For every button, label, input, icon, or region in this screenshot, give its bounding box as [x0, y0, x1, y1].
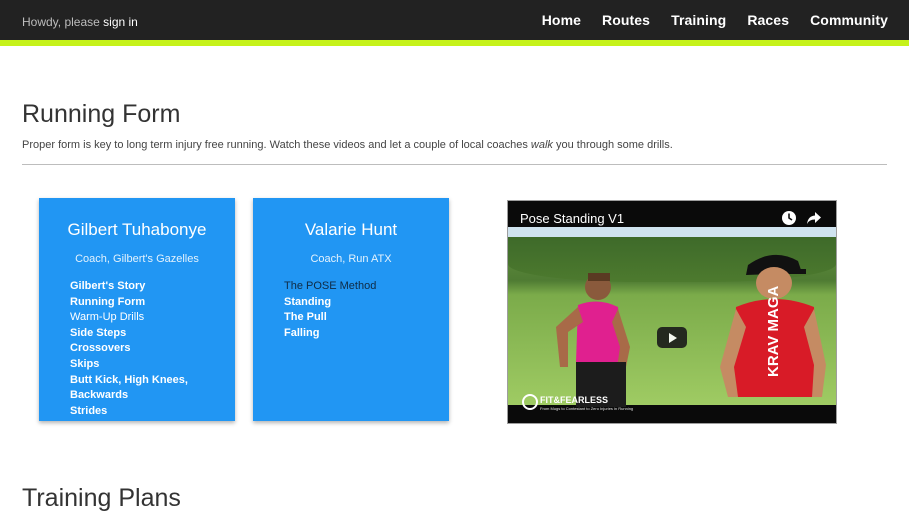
- nav-races[interactable]: Races: [747, 12, 789, 28]
- video-thumbnail: KRAV MAGA FIT&FEARLESS From Mugs to Cont…: [508, 227, 836, 411]
- coach-role: Coach, Gilbert's Gazelles: [75, 253, 199, 265]
- video-link-backwards[interactable]: Backwards: [70, 388, 235, 404]
- video-link-strides[interactable]: Strides: [70, 404, 235, 420]
- svg-text:KRAV MAGA: KRAV MAGA: [765, 285, 782, 377]
- fit-fearless-logo-icon: [522, 394, 538, 410]
- video-link-running-form[interactable]: Running Form: [70, 295, 235, 311]
- video-link-side-steps[interactable]: Side Steps: [70, 326, 235, 342]
- video-link-warm-up-drills[interactable]: Warm-Up Drills: [70, 310, 235, 326]
- share-icon[interactable]: [806, 211, 822, 225]
- intro-before: Proper form is key to long term injury f…: [22, 139, 528, 151]
- greeting: Howdy, please sign in: [22, 15, 138, 29]
- video-link-falling[interactable]: Falling: [284, 326, 449, 342]
- nav-community[interactable]: Community: [810, 12, 888, 28]
- section-divider: [22, 164, 887, 165]
- coach-video-list: The POSE Method Standing The Pull Fallin…: [253, 279, 449, 341]
- nav-training[interactable]: Training: [671, 12, 726, 28]
- sign-in-link[interactable]: sign in: [103, 15, 138, 29]
- section-title-training-plans: Training Plans: [22, 484, 181, 512]
- coach-figure: KRAV MAGA: [720, 254, 826, 397]
- runner-figure: [556, 273, 630, 407]
- main-nav: Home Routes Training Races Community: [521, 12, 888, 28]
- page-title: Running Form: [22, 100, 181, 128]
- coach-name: Valarie Hunt: [304, 220, 398, 239]
- coach-name: Gilbert Tuhabonye: [67, 220, 207, 239]
- video-link-butt-kick-high-knees[interactable]: Butt Kick, High Knees,: [70, 373, 235, 389]
- intro-after: you through some drills.: [556, 139, 673, 151]
- video-link-skips[interactable]: Skips: [70, 357, 235, 373]
- coach-card-valarie: Valarie Hunt Coach, Run ATX The POSE Met…: [253, 198, 449, 421]
- video-title[interactable]: Pose Standing V1: [520, 211, 624, 226]
- video-link-standing[interactable]: Standing: [284, 295, 449, 311]
- greeting-text: Howdy, please: [22, 15, 100, 29]
- intro-emphasis: walk: [530, 139, 553, 151]
- top-navbar: Howdy, please sign in Home Routes Traini…: [0, 0, 909, 46]
- clock-icon[interactable]: [781, 210, 797, 226]
- video-link-pose-method[interactable]: The POSE Method: [284, 279, 449, 295]
- coach-card-gilbert: Gilbert Tuhabonye Coach, Gilbert's Gazel…: [39, 198, 235, 421]
- video-link-the-pull[interactable]: The Pull: [284, 310, 449, 326]
- play-icon[interactable]: [657, 327, 687, 348]
- intro-text: Proper form is key to long term injury f…: [22, 139, 673, 151]
- video-link-crossovers[interactable]: Crossovers: [70, 341, 235, 357]
- video-link-gilberts-story[interactable]: Gilbert's Story: [70, 279, 235, 295]
- nav-home[interactable]: Home: [542, 12, 581, 28]
- coach-video-list: Gilbert's Story Running Form Warm-Up Dri…: [39, 279, 235, 419]
- nav-routes[interactable]: Routes: [602, 12, 650, 28]
- video-watermark: FIT&FEARLESS: [540, 395, 609, 405]
- video-watermark-sub: From Mugs to Contestant to Zero Injuries…: [540, 406, 634, 411]
- video-player[interactable]: KRAV MAGA FIT&FEARLESS From Mugs to Cont…: [507, 200, 837, 424]
- coach-role: Coach, Run ATX: [310, 253, 392, 265]
